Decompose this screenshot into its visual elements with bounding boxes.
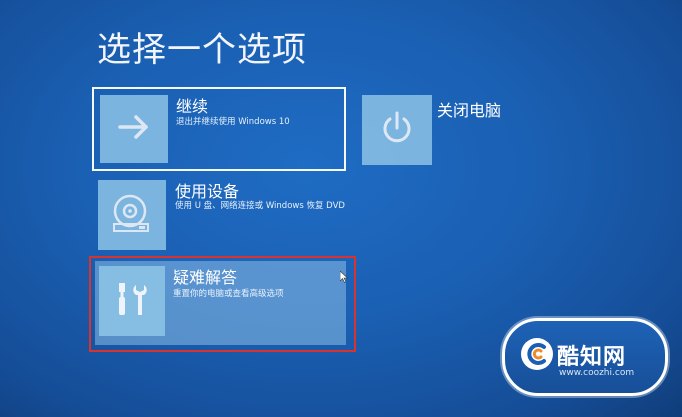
coozhi-watermark: 酷知网 www.coozhi.com (502, 318, 668, 396)
continue-description: 退出并继续使用 Windows 10 (176, 117, 290, 127)
continue-title: 继续 (176, 97, 209, 116)
shutdown-option[interactable]: 关闭电脑 (362, 95, 512, 167)
continue-option[interactable]: 继续 退出并继续使用 Windows 10 (92, 87, 346, 171)
power-icon (377, 108, 417, 152)
troubleshoot-tile (99, 266, 165, 336)
troubleshoot-description: 重置你的电脑或查看高级选项 (173, 289, 284, 299)
disc-drive-icon (110, 191, 154, 239)
coozhi-logo-icon (519, 336, 555, 376)
page-title: 选择一个选项 (97, 30, 307, 70)
use-device-title: 使用设备 (175, 182, 240, 201)
arrow-right-icon (114, 107, 154, 151)
troubleshoot-title: 疑难解答 (173, 268, 238, 287)
use-device-tile (98, 180, 166, 250)
shutdown-title: 关闭电脑 (437, 101, 502, 120)
tools-icon (110, 277, 154, 325)
watermark-url: www.coozhi.com (559, 368, 635, 378)
watermark-name: 酷知网 (557, 345, 627, 370)
shutdown-tile (362, 95, 432, 165)
use-device-option[interactable]: 使用设备 使用 U 盘、网络连接或 Windows 恢复 DVD (98, 178, 348, 252)
troubleshoot-option[interactable]: 疑难解答 重置你的电脑或查看高级选项 (89, 256, 356, 352)
continue-tile (100, 95, 168, 163)
use-device-description: 使用 U 盘、网络连接或 Windows 恢复 DVD (175, 201, 345, 211)
mouse-cursor-icon (339, 268, 349, 287)
